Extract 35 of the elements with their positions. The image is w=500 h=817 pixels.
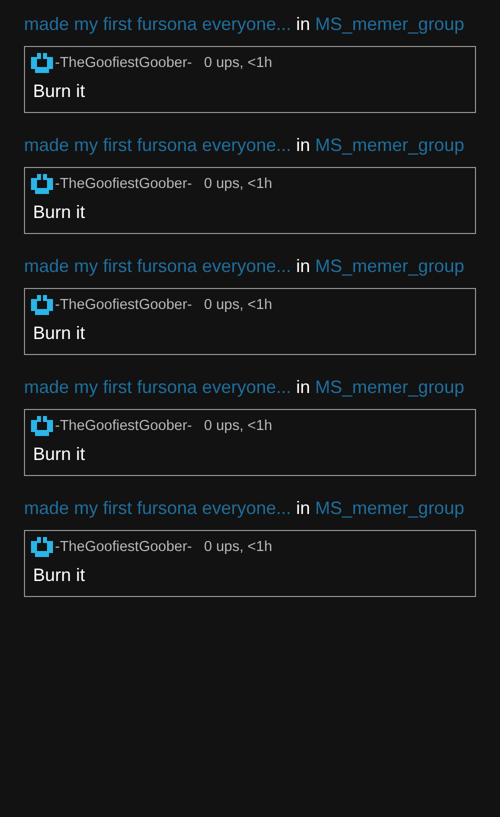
author-link[interactable]: -TheGoofiestGoober- (55, 418, 192, 434)
comment-meta: 0 ups, <1h (204, 55, 272, 71)
comment-text: Burn it (32, 81, 86, 102)
stream-link[interactable]: MS_memer_group (315, 14, 464, 34)
comment-text: Burn it (32, 565, 86, 586)
post-title-link[interactable]: made my first fursona everyone... (24, 377, 292, 397)
post-title-link[interactable]: made my first fursona everyone... (24, 498, 292, 518)
stream-link[interactable]: MS_memer_group (315, 135, 464, 155)
stream-link[interactable]: MS_memer_group (315, 256, 464, 276)
comment-meta: 0 ups, <1h (204, 297, 272, 313)
post-title-link[interactable]: made my first fursona everyone... (24, 135, 292, 155)
stream-link[interactable]: MS_memer_group (315, 377, 464, 397)
stream-link[interactable]: MS_memer_group (315, 498, 464, 518)
comment-text: Burn it (32, 202, 86, 223)
in-label: in (296, 135, 310, 155)
pixel-face-icon (31, 174, 53, 194)
in-label: in (296, 14, 310, 34)
post-title-link[interactable]: made my first fursona everyone... (24, 256, 292, 276)
comment-text: Burn it (32, 323, 86, 344)
author-link[interactable]: -TheGoofiestGoober- (55, 55, 192, 71)
pixel-face-icon (31, 416, 53, 436)
author-link[interactable]: -TheGoofiestGoober- (55, 297, 192, 313)
comment-meta: 0 ups, <1h (204, 176, 272, 192)
in-label: in (296, 498, 310, 518)
pixel-face-icon (31, 537, 53, 557)
comment-meta: 0 ups, <1h (204, 418, 272, 434)
in-label: in (296, 256, 310, 276)
pixel-face-icon (31, 53, 53, 73)
comment-text: Burn it (32, 444, 86, 465)
author-link[interactable]: -TheGoofiestGoober- (55, 539, 192, 555)
pixel-face-icon (31, 295, 53, 315)
author-link[interactable]: -TheGoofiestGoober- (55, 176, 192, 192)
comment-meta: 0 ups, <1h (204, 539, 272, 555)
post-title-link[interactable]: made my first fursona everyone... (24, 14, 292, 34)
in-label: in (296, 377, 310, 397)
